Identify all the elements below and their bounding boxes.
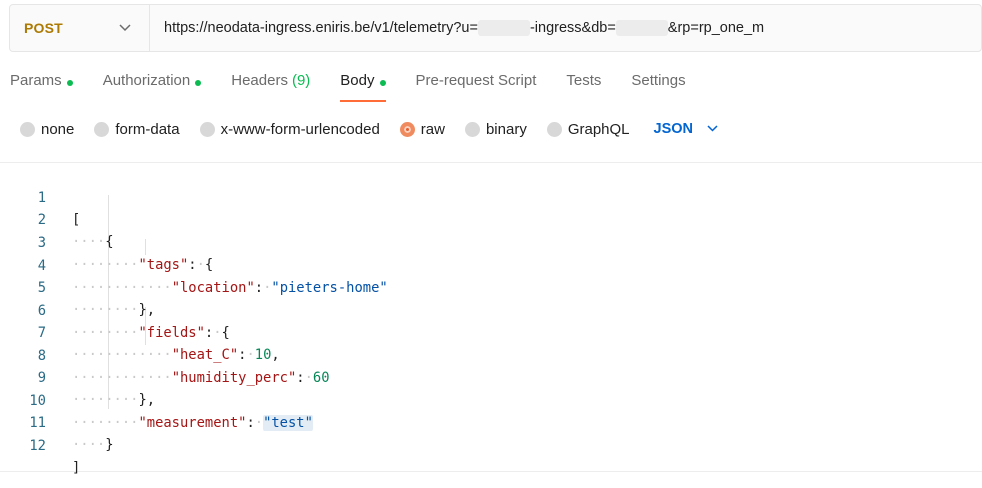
radio-label: form-data — [115, 120, 180, 138]
json-string: "pieters-home" — [271, 280, 388, 296]
tab-settings[interactable]: Settings — [631, 72, 685, 102]
radio-none[interactable]: none — [20, 121, 74, 138]
tab-label: Pre-request Script — [415, 72, 537, 89]
json-key: "heat_C" — [171, 347, 239, 363]
url-input[interactable]: https://neodata-ingress.eniris.be/v1/tel… — [150, 20, 764, 36]
chevron-down-icon — [707, 123, 718, 135]
json-key: "location" — [171, 280, 255, 296]
code-line: 5 ········}, — [0, 255, 155, 318]
code-line: 10 ········"measurement":·"test" — [0, 368, 313, 431]
code-line: 1 [ — [0, 165, 81, 228]
code-line: 2 ····{ — [0, 187, 114, 250]
json-key: "tags" — [138, 257, 189, 273]
brace: { — [105, 234, 114, 250]
code-line: 3 ········"tags":·{ — [0, 210, 214, 273]
radio-label: x-www-form-urlencoded — [220, 120, 380, 138]
json-number: 10 — [254, 347, 272, 363]
code-content: ········"measurement":·"test" — [72, 415, 313, 431]
method-selector[interactable]: POST — [10, 5, 150, 51]
radio-raw[interactable]: raw — [399, 120, 445, 138]
radio-circle-icon — [464, 121, 480, 137]
radio-label: GraphQL — [567, 120, 630, 138]
code-content: ········"fields":·{ — [72, 325, 230, 341]
tab-pre-request-script[interactable]: Pre-request Script — [416, 72, 537, 102]
tab-label: Params — [10, 72, 62, 89]
status-dot-icon — [379, 80, 386, 86]
radio-form-data[interactable]: form-data — [94, 120, 180, 138]
code-content: ····} — [72, 437, 114, 453]
redacted-value — [615, 20, 668, 36]
json-number: 60 — [312, 370, 330, 386]
indent-guide — [145, 239, 146, 255]
url-text-part3: &rp=rp_one_m — [667, 20, 765, 36]
tab-label: Headers — [231, 72, 288, 89]
code-content: ····{ — [72, 234, 114, 250]
radio-label: none — [41, 120, 75, 138]
url-text-part2: -ingress&db= — [529, 20, 616, 36]
tab-label: Authorization — [102, 72, 191, 89]
request-tabs: Params Authorization Headers (9) Body Pr… — [10, 72, 716, 104]
request-url-bar: POST https://neodata-ingress.eniris.be/v… — [9, 4, 982, 52]
radio-selected-icon — [399, 121, 415, 137]
code-line: 12 ] — [0, 413, 80, 476]
json-key: "measurement" — [138, 415, 247, 431]
bracket: [ — [72, 212, 81, 228]
code-content: ········}, — [72, 392, 156, 408]
code-content: ············"heat_C":·10, — [72, 347, 280, 363]
code-line: 11 ····} — [0, 390, 113, 453]
bracket: ] — [72, 460, 81, 476]
radio-circle-icon — [199, 121, 215, 137]
code-line: 8 ············"humidity_perc":·60 — [0, 323, 330, 386]
chevron-down-icon — [119, 21, 131, 35]
code-line: 4 ············"location":·"pieters-home" — [0, 233, 388, 296]
radio-circle-icon — [94, 121, 110, 137]
radio-binary[interactable]: binary — [464, 120, 527, 138]
tab-body[interactable]: Body — [340, 72, 386, 102]
brace: { — [221, 325, 230, 341]
radio-x-www-form-urlencoded[interactable]: x-www-form-urlencoded — [199, 120, 380, 138]
method-label: POST — [24, 20, 63, 36]
radio-label: raw — [420, 120, 445, 138]
code-content: ············"location":·"pieters-home" — [72, 280, 388, 296]
status-dot-icon — [66, 80, 73, 86]
tab-label: Settings — [631, 72, 686, 89]
code-line: 6 ········"fields":·{ — [0, 278, 230, 341]
json-key: "humidity_perc" — [171, 370, 297, 386]
tab-params[interactable]: Params — [10, 72, 73, 102]
json-string: "test" — [263, 415, 313, 431]
code-content: ············"humidity_perc":·60 — [72, 370, 330, 386]
brace: }, — [138, 302, 156, 318]
headers-count: (9) — [291, 72, 311, 89]
redacted-value — [477, 20, 530, 36]
tab-label: Body — [340, 72, 375, 89]
status-dot-icon — [195, 80, 202, 86]
code-content: [ — [72, 209, 80, 231]
tab-authorization[interactable]: Authorization — [103, 72, 202, 102]
brace: } — [105, 437, 114, 453]
code-content: ········"tags":·{ — [72, 257, 214, 273]
line-number: 12 — [29, 438, 46, 454]
code-line: 7 ············"heat_C":·10, — [0, 300, 280, 363]
radio-circle-icon — [546, 121, 562, 137]
format-label: JSON — [653, 121, 694, 137]
json-key: "fields" — [138, 325, 205, 341]
code-content: ········}, — [72, 302, 156, 318]
format-dropdown[interactable]: JSON — [654, 121, 719, 137]
brace: }, — [138, 392, 156, 408]
code-editor[interactable]: 1 [ 2 ····{ 3 ········"tags":·{ 4 ······… — [0, 162, 982, 476]
radio-label: binary — [485, 120, 527, 138]
radio-graphql[interactable]: GraphQL — [546, 120, 630, 138]
code-content: ] — [72, 457, 80, 479]
body-type-selector: none form-data x-www-form-urlencoded raw… — [20, 118, 718, 140]
tab-label: Tests — [566, 72, 602, 89]
tab-headers[interactable]: Headers (9) — [231, 72, 310, 102]
tab-tests[interactable]: Tests — [566, 72, 601, 102]
code-line: 9 ········}, — [0, 345, 155, 408]
brace: { — [204, 257, 214, 273]
url-text-part1: https://neodata-ingress.eniris.be/v1/tel… — [164, 20, 478, 36]
radio-circle-icon — [20, 121, 35, 137]
